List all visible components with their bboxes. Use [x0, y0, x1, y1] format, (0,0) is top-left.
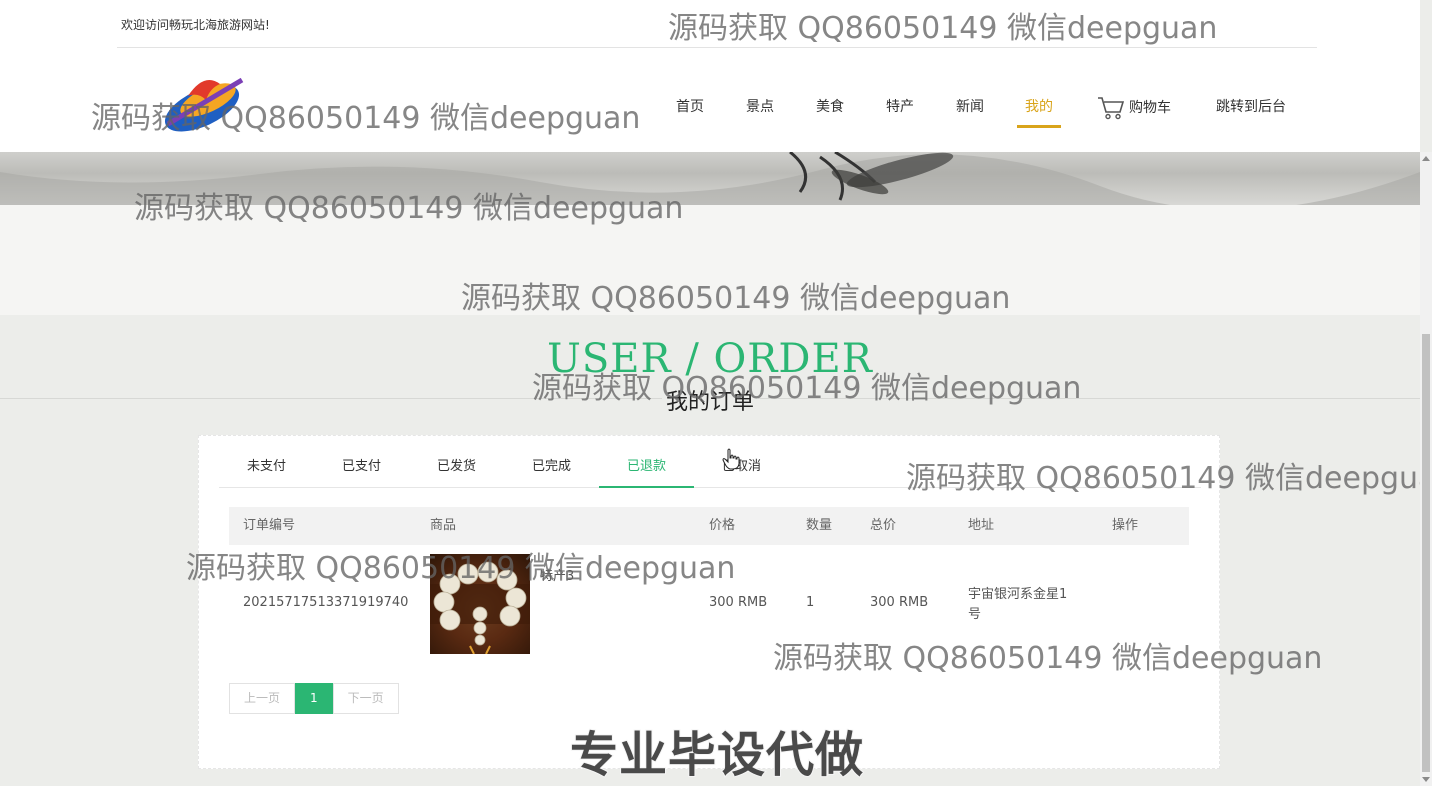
nav-news[interactable]: 新闻	[956, 88, 984, 128]
nav-food[interactable]: 美食	[816, 88, 844, 128]
prev-page-button[interactable]: 上一页	[229, 683, 296, 714]
col-action: 操作	[1112, 518, 1139, 533]
section-title: USER / ORDER	[547, 336, 873, 382]
ink-painting-image	[0, 152, 1420, 205]
next-page-button[interactable]: 下一页	[332, 683, 399, 714]
hand-cursor-icon	[722, 448, 740, 470]
nav-specialties[interactable]: 特产	[886, 88, 914, 128]
quantity: 1	[806, 595, 815, 610]
pagination: 上一页 1 下一页	[229, 683, 399, 714]
total-price: 300 RMB	[870, 595, 929, 610]
table-header: 订单编号 商品 价格 数量 总价 地址 操作	[229, 507, 1189, 545]
col-address: 地址	[968, 518, 995, 533]
product-image[interactable]	[430, 554, 530, 654]
nav-home[interactable]: 首页	[676, 88, 704, 128]
order-status-tabs: 未支付 已支付 已发货 已完成 已退款 已取消	[219, 450, 1201, 488]
col-price: 价格	[709, 518, 736, 533]
product-name: 特产3	[540, 569, 575, 584]
col-total: 总价	[870, 518, 897, 533]
order-number: 20215717513371919740	[243, 595, 409, 610]
scroll-thumb[interactable]	[1422, 334, 1430, 772]
tab-unpaid[interactable]: 未支付	[219, 450, 314, 488]
address: 宇宙银河系金星1号	[968, 587, 1068, 622]
promo-watermark: 专业毕设代做	[569, 726, 865, 784]
col-qty: 数量	[806, 518, 833, 533]
table-row: 20215717513371919740 特产3 300 RMB 1 300 R…	[229, 545, 1189, 669]
nav-mine[interactable]: 我的	[1017, 88, 1061, 128]
scroll-down-arrow-icon[interactable]	[1422, 777, 1430, 782]
nav-cart[interactable]: 购物车	[1097, 88, 1171, 128]
section-subtitle-text: 我的订单	[661, 390, 758, 415]
col-order-no: 订单编号	[243, 518, 296, 533]
tab-completed[interactable]: 已完成	[504, 450, 599, 488]
cart-icon	[1098, 97, 1125, 120]
ink-banner	[0, 152, 1420, 205]
tab-shipped[interactable]: 已发货	[409, 450, 504, 488]
col-product: 商品	[430, 518, 457, 533]
page-1-button[interactable]: 1	[295, 683, 333, 714]
orders-table: 订单编号 商品 价格 数量 总价 地址 操作 20215717513371919…	[229, 507, 1189, 669]
top-bar: 欢迎访问畅玩北海旅游网站!	[117, 0, 1317, 48]
tab-cancelled[interactable]: 已取消	[694, 450, 789, 488]
bead-bracelet-photo	[430, 561, 530, 654]
scroll-up-arrow-icon[interactable]	[1422, 156, 1430, 161]
cart-label: 购物车	[1129, 100, 1171, 116]
nav-admin-link[interactable]: 跳转到后台	[1216, 88, 1286, 128]
site-header: 欢迎访问畅玩北海旅游网站! 首页 景点 美食 特产 新闻 我的 购物车 跳转到后…	[0, 0, 1420, 152]
tab-refunded[interactable]: 已退款	[599, 450, 694, 488]
tab-paid[interactable]: 已支付	[314, 450, 409, 488]
vertical-scrollbar[interactable]	[1420, 152, 1432, 786]
section-subtitle: 我的订单	[0, 384, 1420, 416]
welcome-text: 欢迎访问畅玩北海旅游网站!	[121, 18, 270, 32]
site-logo[interactable]	[158, 66, 250, 136]
nav-attractions[interactable]: 景点	[746, 88, 774, 128]
price: 300 RMB	[709, 595, 768, 610]
banner-band	[0, 205, 1420, 315]
